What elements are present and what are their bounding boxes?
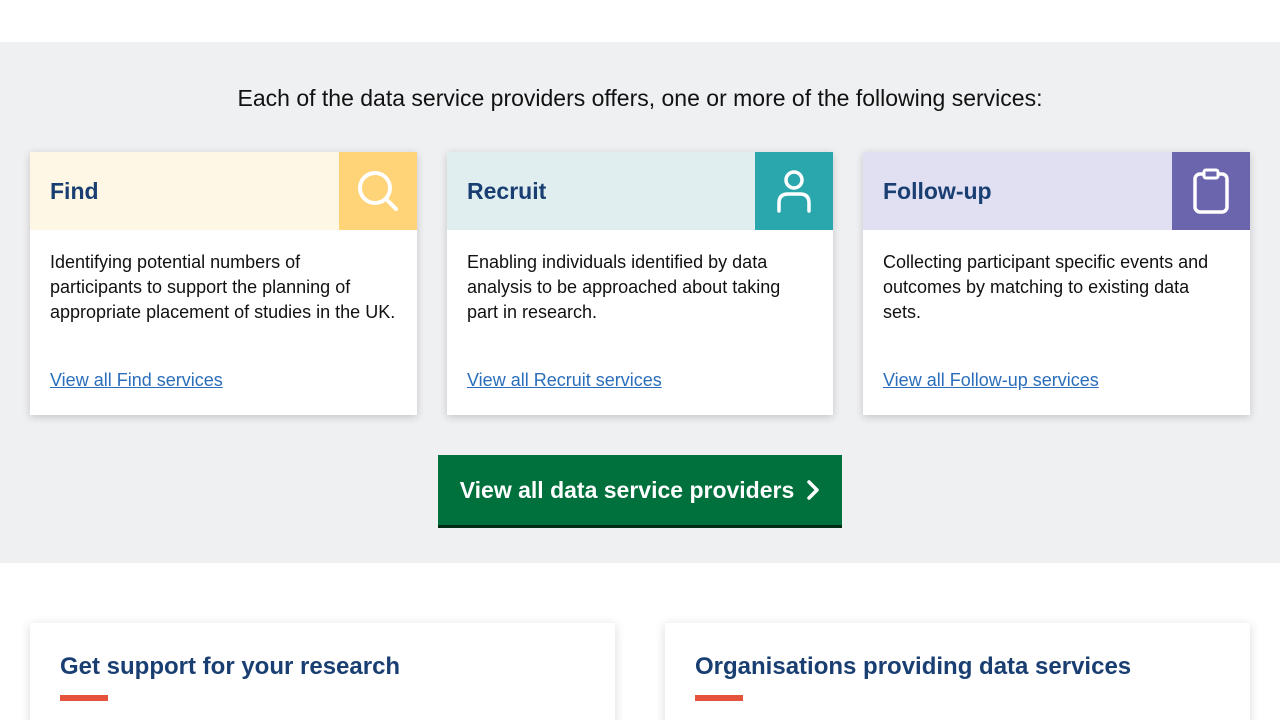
services-intro: Each of the data service providers offer… [237, 85, 1043, 111]
view-recruit-services-link[interactable]: View all Recruit services [467, 370, 813, 391]
organisations-panel-title: Organisations providing data services [695, 653, 1132, 680]
organisations-panel: Organisations providing data services [665, 623, 1250, 720]
cta-wrapper: View all data service providers [0, 455, 1280, 525]
card-followup-title: Follow-up [883, 177, 992, 204]
view-all-providers-button[interactable]: View all data service providers [438, 455, 842, 525]
person-icon [755, 152, 833, 230]
view-followup-services-link[interactable]: View all Follow-up services [883, 370, 1230, 391]
support-panel: Get support for your research [30, 623, 615, 720]
view-all-providers-label: View all data service providers [459, 476, 795, 503]
top-strip [0, 0, 1280, 42]
card-find-title: Find [50, 177, 99, 204]
chevron-right-icon [807, 480, 820, 500]
lower-section: Get support for your research Organisati… [0, 563, 1280, 720]
organisations-panel-accent [695, 695, 743, 701]
search-icon [339, 152, 417, 230]
card-recruit: Recruit Enabling individuals identified … [447, 152, 833, 415]
card-recruit-description: Enabling individuals identified by data … [467, 252, 781, 322]
card-recruit-title: Recruit [467, 177, 547, 204]
support-panel-accent [60, 695, 108, 701]
card-followup-header: Follow-up [863, 152, 1250, 230]
card-recruit-header: Recruit [447, 152, 833, 230]
support-panel-title: Get support for your research [60, 653, 401, 680]
card-followup-body: Collecting participant specific events a… [863, 230, 1250, 415]
card-followup-description: Collecting participant specific events a… [883, 252, 1209, 322]
clipboard-icon [1172, 152, 1250, 230]
card-find: Find Identifying potential numbers of pa… [30, 152, 417, 415]
view-find-services-link[interactable]: View all Find services [50, 370, 397, 391]
card-find-body: Identifying potential numbers of partici… [30, 230, 417, 415]
card-recruit-body: Enabling individuals identified by data … [447, 230, 833, 415]
card-find-header: Find [30, 152, 417, 230]
card-followup: Follow-up Collecting participant specifi… [863, 152, 1250, 415]
service-cards: Find Identifying potential numbers of pa… [0, 152, 1280, 415]
card-find-description: Identifying potential numbers of partici… [50, 252, 396, 322]
services-section: Each of the data service providers offer… [0, 42, 1280, 563]
